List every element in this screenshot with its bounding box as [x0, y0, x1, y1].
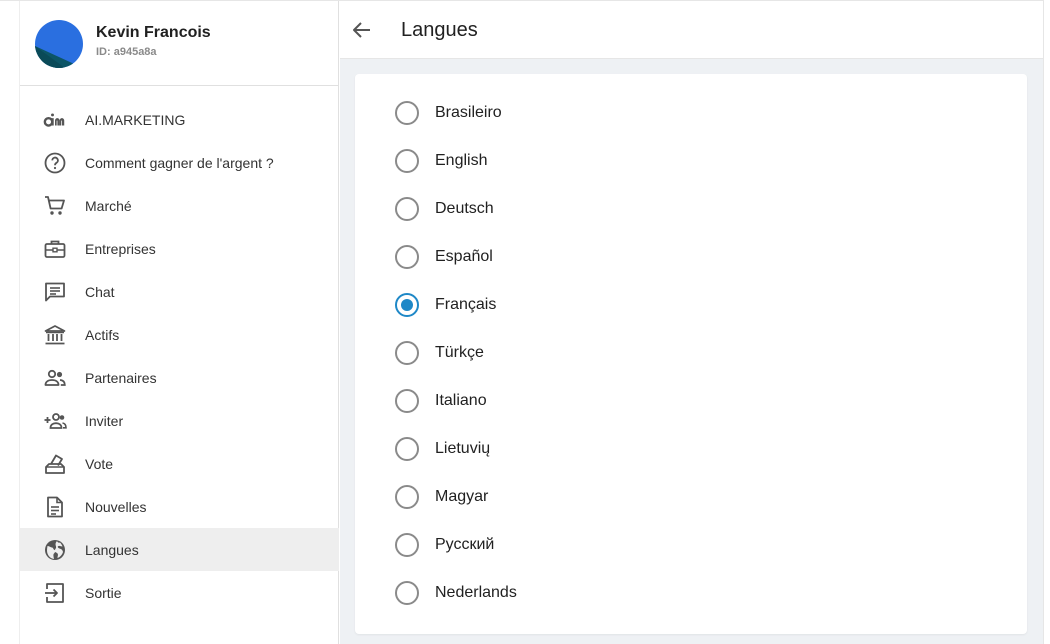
profile-id: ID: a945a8a — [96, 46, 157, 58]
language-option-russkiy[interactable]: Русский — [355, 521, 1027, 569]
language-option-english[interactable]: English — [355, 137, 1027, 185]
radio-button[interactable] — [395, 245, 419, 269]
sidebar-item-nouvelles[interactable]: Nouvelles — [20, 485, 339, 528]
profile-name: Kevin Francois — [96, 24, 211, 41]
sidebar-item-ai-marketing[interactable]: AI.MARKETING — [20, 98, 339, 141]
page-header: Langues — [340, 1, 1043, 59]
sidebar-item-marche[interactable]: Marché — [20, 184, 339, 227]
language-label: English — [435, 152, 488, 169]
language-label: Türkçe — [435, 344, 484, 361]
sidebar: Kevin Francois ID: a945a8a AI.MARKETING — [19, 1, 339, 644]
globe-icon — [42, 538, 68, 562]
language-label: Lietuvių — [435, 440, 491, 457]
language-option-turkce[interactable]: Türkçe — [355, 329, 1027, 377]
scrollbar-track[interactable] — [1043, 0, 1050, 644]
sidebar-item-label: Actifs — [85, 327, 120, 343]
sidebar-item-inviter[interactable]: Inviter — [20, 399, 339, 442]
language-option-francais[interactable]: Français — [355, 281, 1027, 329]
language-label: Magyar — [435, 488, 489, 505]
sidebar-item-label: Langues — [85, 542, 139, 558]
sidebar-item-label: Partenaires — [85, 370, 157, 386]
profile-header[interactable]: Kevin Francois ID: a945a8a — [20, 1, 339, 86]
document-icon — [42, 495, 68, 519]
sidebar-menu: AI.MARKETING Comment gagner de l'argent … — [20, 98, 339, 614]
sidebar-item-sortie[interactable]: Sortie — [20, 571, 339, 614]
logout-icon — [42, 581, 68, 605]
sidebar-item-label: Chat — [85, 284, 115, 300]
language-label: Español — [435, 248, 493, 265]
radio-button[interactable] — [395, 197, 419, 221]
add-people-icon — [42, 409, 68, 433]
radio-button[interactable] — [395, 581, 419, 605]
page-title: Langues — [401, 19, 478, 41]
language-option-magyar[interactable]: Magyar — [355, 473, 1027, 521]
language-option-lietuviu[interactable]: Lietuvių — [355, 425, 1027, 473]
aim-logo-icon — [42, 108, 68, 132]
sidebar-item-label: Marché — [85, 198, 132, 214]
help-circle-icon — [42, 151, 68, 175]
sidebar-item-label: Sortie — [85, 585, 122, 601]
sidebar-item-langues[interactable]: Langues — [20, 528, 339, 571]
sidebar-item-vote[interactable]: Vote — [20, 442, 339, 485]
radio-button-selected[interactable] — [395, 293, 419, 317]
radio-button[interactable] — [395, 101, 419, 125]
language-list: Brasileiro English Deutsch Español Franç… — [355, 74, 1027, 634]
language-label: Brasileiro — [435, 104, 502, 121]
ballot-icon — [42, 452, 68, 476]
language-option-nederlands[interactable]: Nederlands — [355, 569, 1027, 617]
bank-icon — [42, 323, 68, 347]
sidebar-item-entreprises[interactable]: Entreprises — [20, 227, 339, 270]
sidebar-item-partenaires[interactable]: Partenaires — [20, 356, 339, 399]
back-button[interactable] — [350, 18, 374, 42]
sidebar-item-label: Inviter — [85, 413, 124, 429]
language-option-italiano[interactable]: Italiano — [355, 377, 1027, 425]
sidebar-item-chat[interactable]: Chat — [20, 270, 339, 313]
sidebar-item-label: Comment gagner de l'argent ? — [85, 155, 274, 171]
language-label: Deutsch — [435, 200, 494, 217]
arrow-left-icon — [350, 22, 374, 46]
language-label: Français — [435, 296, 497, 313]
sidebar-item-help[interactable]: Comment gagner de l'argent ? — [20, 141, 339, 184]
language-option-deutsch[interactable]: Deutsch — [355, 185, 1027, 233]
radio-button[interactable] — [395, 437, 419, 461]
radio-button[interactable] — [395, 149, 419, 173]
sidebar-item-actifs[interactable]: Actifs — [20, 313, 339, 356]
sidebar-item-label: Entreprises — [85, 241, 156, 257]
language-option-espanol[interactable]: Español — [355, 233, 1027, 281]
people-icon — [42, 366, 68, 390]
language-label: Italiano — [435, 392, 487, 409]
radio-button[interactable] — [395, 533, 419, 557]
cart-icon — [42, 194, 68, 218]
chat-icon — [42, 280, 68, 304]
language-label: Nederlands — [435, 584, 517, 601]
sidebar-item-label: AI.MARKETING — [85, 112, 186, 128]
radio-button[interactable] — [395, 389, 419, 413]
sidebar-item-label: Vote — [85, 456, 114, 472]
language-label: Русский — [435, 536, 495, 553]
sidebar-item-label: Nouvelles — [85, 499, 147, 515]
radio-button[interactable] — [395, 485, 419, 509]
avatar[interactable] — [35, 20, 83, 68]
language-option-brasileiro[interactable]: Brasileiro — [355, 89, 1027, 137]
briefcase-icon — [42, 237, 68, 261]
radio-button[interactable] — [395, 341, 419, 365]
